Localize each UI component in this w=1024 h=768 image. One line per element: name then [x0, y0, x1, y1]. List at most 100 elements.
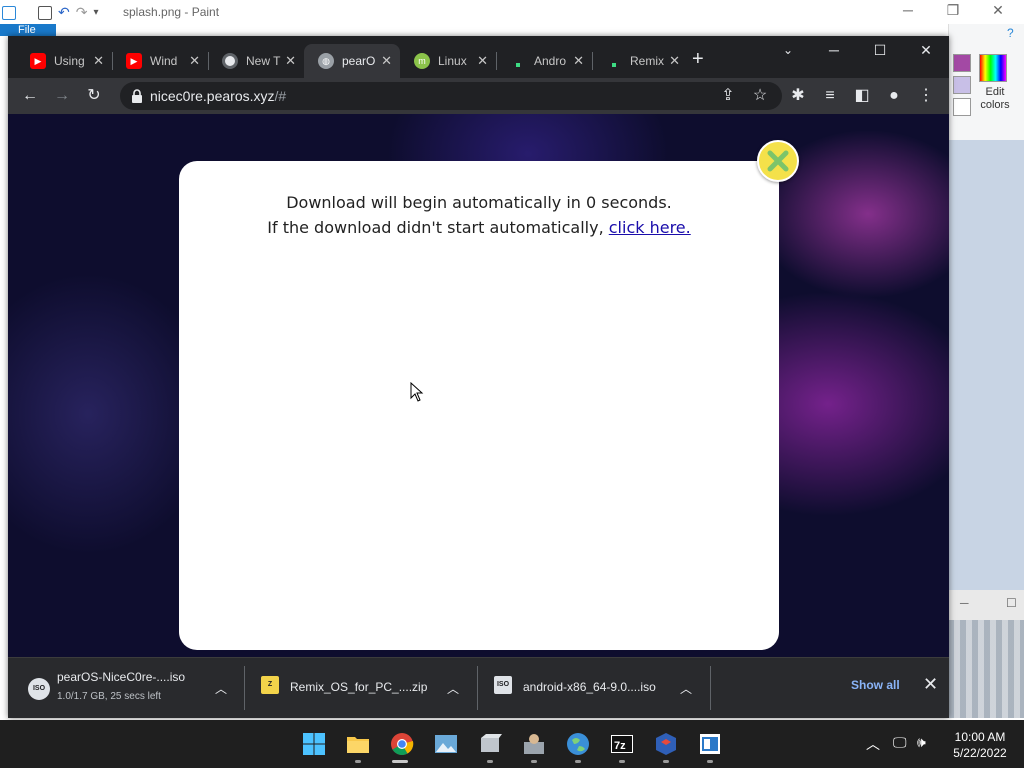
clock[interactable]: 10:00 AM 5/22/2022 [948, 729, 1012, 761]
help-icon[interactable]: ? [1007, 26, 1014, 40]
paint-minimize-button[interactable]: ─ [898, 2, 918, 22]
tab-close-icon[interactable]: ✕ [381, 53, 392, 69]
tab-linux[interactable]: m Linux ✕ [400, 44, 496, 78]
7zip-icon[interactable]: 7z [610, 732, 634, 756]
url-path: /# [274, 88, 287, 104]
chrome-icon[interactable] [390, 732, 414, 756]
iso-file-icon: ISO [28, 678, 50, 700]
tab-new-tab[interactable]: New T ✕ [208, 44, 304, 78]
page-content: Download will begin automatically in 0 s… [8, 114, 949, 657]
undo-icon[interactable]: ↶ [58, 4, 70, 21]
paint-thumbnail [948, 620, 1024, 718]
customize-toolbar-icon[interactable]: ▾ [93, 7, 98, 18]
new-tab-button[interactable]: + [692, 48, 704, 71]
virtualbox-cube-icon[interactable] [654, 732, 678, 756]
installer-icon[interactable] [522, 732, 546, 756]
zip-file-icon: Z [261, 676, 279, 694]
globe-icon[interactable] [566, 732, 590, 756]
tab-close-icon[interactable]: ✕ [189, 53, 200, 69]
download-status: 1.0/1.7 GB, 25 secs left [57, 691, 161, 702]
tab-close-icon[interactable]: ✕ [93, 53, 104, 69]
side-panel-icon[interactable]: ◧ [852, 86, 872, 106]
tab-close-icon[interactable]: ✕ [285, 53, 296, 69]
close-download-shelf-icon[interactable]: ✕ [923, 674, 938, 695]
download-modal: Download will begin automatically in 0 s… [179, 161, 779, 650]
running-indicator [487, 760, 493, 763]
tab-youtube-using[interactable]: ▶ Using ✕ [16, 44, 112, 78]
chevron-up-icon[interactable]: ︿ [680, 680, 692, 697]
tab-android[interactable]: Andro ✕ [496, 44, 592, 78]
back-icon[interactable]: ← [20, 86, 40, 106]
chevron-up-icon[interactable]: ︿ [215, 680, 227, 697]
reload-icon[interactable]: ↻ [84, 86, 104, 106]
virtualbox-icon[interactable] [478, 732, 502, 756]
network-icon[interactable]: 🖵 [893, 734, 907, 751]
paint-restore-button[interactable]: ❐ [943, 2, 963, 22]
mouse-cursor-icon [410, 382, 424, 402]
share-icon[interactable]: ⇪ [718, 86, 738, 106]
youtube-icon: ▶ [30, 53, 46, 69]
color-swatch-white[interactable] [953, 98, 971, 116]
start-icon[interactable] [302, 732, 326, 756]
clock-date: 5/22/2022 [953, 746, 1007, 760]
url-host: nicec0re.pearos.xyz [150, 88, 275, 104]
notepad-icon[interactable] [698, 732, 722, 756]
edit-colors-icon[interactable] [979, 54, 1007, 82]
url-text[interactable]: nicec0re.pearos.xyz/# [150, 88, 286, 104]
running-indicator [619, 760, 625, 763]
tab-label: Wind [150, 54, 178, 68]
color-swatch-lavender[interactable] [953, 76, 971, 94]
tab-close-icon[interactable]: ✕ [477, 53, 488, 69]
save-icon[interactable] [38, 5, 52, 20]
tab-label: pearO [342, 54, 376, 68]
paint-close-button[interactable]: ✕ [988, 2, 1008, 22]
profile-icon[interactable]: ● [884, 86, 904, 106]
tab-label: Andro [534, 54, 567, 68]
download-filename: pearOS-NiceC0re-....iso [57, 670, 186, 684]
download-item-remix[interactable]: Z Remix_OS_for_PC_....zip ︿ [245, 658, 477, 718]
minimize-button[interactable]: ─ [811, 38, 857, 62]
bookmark-star-icon[interactable]: ☆ [750, 86, 770, 106]
menu-icon[interactable]: ⋮ [916, 86, 936, 106]
paint-minimize-icon[interactable]: ─ [960, 596, 969, 610]
lock-icon[interactable] [130, 88, 144, 104]
tab-close-icon[interactable]: ✕ [669, 53, 680, 69]
browser-toolbar: ← → ↻ nicec0re.pearos.xyz/# ⇪ ☆ ✱ ≡ ◧ ● … [8, 78, 949, 114]
modal-close-button[interactable] [757, 140, 799, 182]
paint-quick-access: ↶ ↷ ▾ [2, 4, 99, 21]
show-all-button[interactable]: Show all [851, 678, 900, 692]
download-item-pearos[interactable]: ISO pearOS-NiceC0re-....iso 1.0/1.7 GB, … [8, 658, 244, 718]
photos-icon[interactable] [434, 732, 458, 756]
address-bar[interactable]: nicec0re.pearos.xyz/# ⇪ ☆ [120, 82, 782, 110]
forward-icon[interactable]: → [52, 86, 72, 106]
paint-file-tab[interactable]: File [0, 24, 56, 36]
maximize-button[interactable]: ☐ [857, 38, 903, 62]
file-explorer-icon[interactable] [346, 732, 370, 756]
tab-close-icon[interactable]: ✕ [573, 53, 584, 69]
tab-search-icon[interactable]: ⌄ [765, 38, 811, 62]
download-item-android[interactable]: ISO android-x86_64-9.0....iso ︿ [478, 658, 710, 718]
chevron-up-icon[interactable]: ︿ [447, 680, 459, 697]
close-button[interactable]: ✕ [903, 38, 949, 62]
paint-maximize-icon[interactable]: ☐ [1006, 596, 1017, 610]
media-controls-icon[interactable]: ≡ [820, 86, 840, 106]
running-indicator [707, 760, 713, 763]
click-here-link[interactable]: click here. [609, 218, 691, 237]
download-shelf: ISO pearOS-NiceC0re-....iso 1.0/1.7 GB, … [8, 657, 949, 718]
extensions-icon[interactable]: ✱ [788, 86, 808, 106]
tab-pearos[interactable]: ◍ pearO ✕ [304, 44, 400, 78]
svg-text:7z: 7z [614, 740, 626, 752]
remix-icon [606, 53, 622, 69]
paint-title-bar: ↶ ↷ ▾ splash.png - Paint ─ ❐ ✕ [0, 0, 1024, 24]
volume-icon[interactable]: 🕪 [917, 734, 926, 751]
running-indicator [531, 760, 537, 763]
redo-icon[interactable]: ↷ [76, 4, 88, 21]
download-separator [710, 666, 711, 710]
color-swatch-purple[interactable] [953, 54, 971, 72]
chevron-up-icon[interactable]: ︿ [866, 734, 880, 754]
paint-window-title: splash.png - Paint [123, 5, 220, 19]
tab-remix[interactable]: Remix ✕ [592, 44, 688, 78]
tab-label: Using [54, 54, 85, 68]
tab-youtube-windows[interactable]: ▶ Wind ✕ [112, 44, 208, 78]
edit-colors-label[interactable]: Edit colors [975, 86, 1015, 112]
